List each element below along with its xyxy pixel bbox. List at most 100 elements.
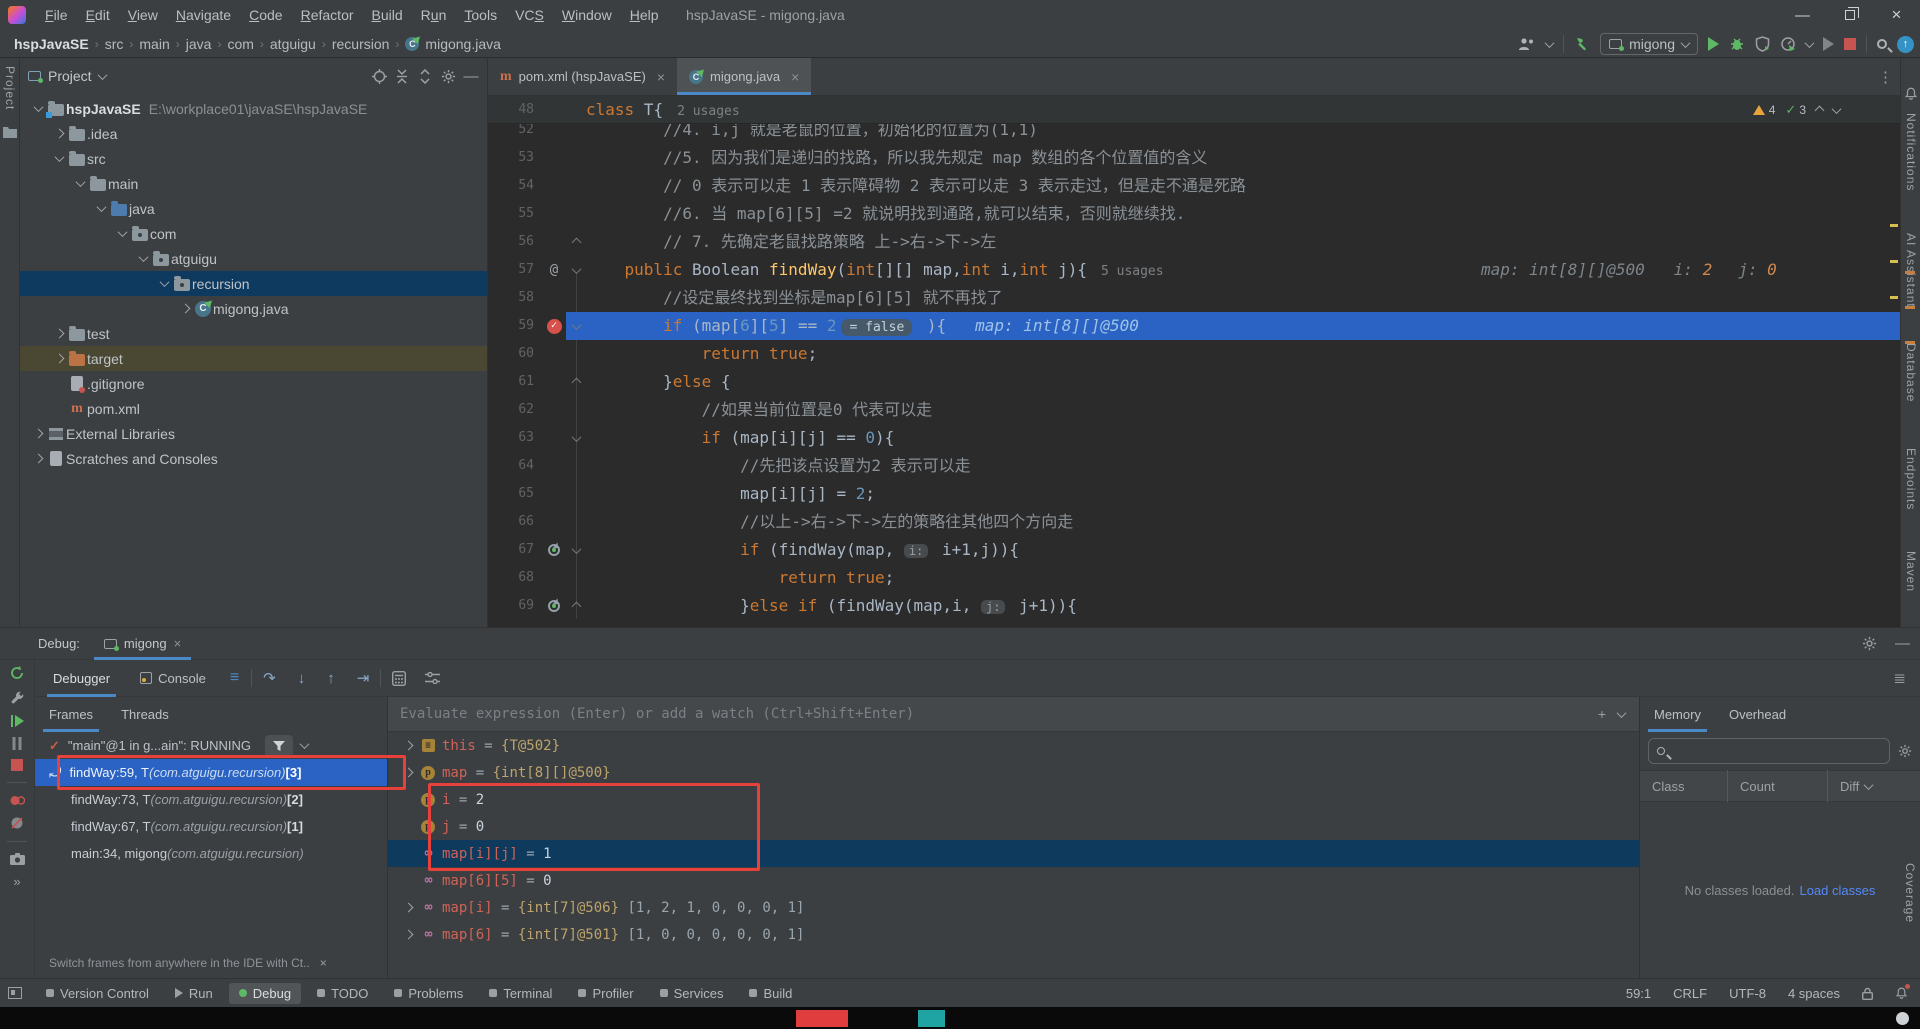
code-line-54[interactable]: 54 // 0 表示可以走 1 表示障碍物 2 表示可以走 3 表示走过，但是走…: [488, 172, 1900, 200]
chevron-collapsed-icon[interactable]: [54, 353, 64, 364]
frame-row-0[interactable]: ⤾ findWay:59, T (com.atguigu.recursion) […: [35, 759, 387, 786]
menu-window[interactable]: Window: [553, 0, 621, 30]
tree-row-migong-java[interactable]: Cmigong.java: [20, 296, 487, 321]
fold-region-start-icon[interactable]: [571, 263, 581, 274]
locate-file-icon[interactable]: [371, 68, 387, 84]
pause-program-icon[interactable]: [12, 737, 22, 750]
inspections-widget[interactable]: 4 ✓ 3: [1752, 96, 1842, 124]
statusbar-item-version-control[interactable]: Version Control: [36, 983, 159, 1004]
chevron-expanded-icon[interactable]: [96, 202, 106, 213]
dismiss-hint-icon[interactable]: ×: [320, 956, 327, 970]
settings-gear-icon[interactable]: [1862, 636, 1877, 651]
variable-row-this[interactable]: ≡ this = {T@502}: [388, 732, 1639, 759]
statusbar-item-todo[interactable]: TODO: [307, 983, 378, 1004]
add-watch-icon[interactable]: +: [1598, 706, 1606, 722]
tree-row-recursion[interactable]: recursion: [20, 271, 487, 296]
breadcrumb-item-main[interactable]: main: [139, 36, 169, 52]
trace-settings-icon[interactable]: [417, 672, 448, 684]
menu-tools[interactable]: Tools: [455, 0, 506, 30]
code-line-69[interactable]: 69 }else if (findWay(map,i, j: j+1)){: [488, 592, 1900, 620]
memory-settings-gear-icon[interactable]: [1898, 744, 1912, 758]
tab-frames[interactable]: Frames: [35, 697, 107, 732]
variable-row-j[interactable]: pj = 0: [388, 813, 1639, 840]
code-line-61[interactable]: 61 }else {: [488, 368, 1900, 396]
code-line-57[interactable]: 57 @ public Boolean findWay(int[][] map,i…: [488, 256, 1900, 284]
expand-all-icon[interactable]: [417, 68, 433, 84]
tree-row-scratches-and-consoles[interactable]: Scratches and Consoles: [20, 446, 487, 471]
menu-run[interactable]: Run: [412, 0, 456, 30]
menu-code[interactable]: Code: [240, 0, 291, 30]
debug-button[interactable]: [1729, 36, 1745, 52]
frame-row-3[interactable]: main:34, migong (com.atguigu.recursion): [35, 840, 387, 867]
tree-row-main[interactable]: main: [20, 171, 487, 196]
breadcrumb-item-recursion[interactable]: recursion: [332, 36, 390, 52]
menu-file[interactable]: File: [36, 0, 77, 30]
memory-column-count[interactable]: Count: [1728, 770, 1828, 802]
breadcrumb-item-java[interactable]: java: [186, 36, 212, 52]
menu-view[interactable]: View: [119, 0, 167, 30]
menu-build[interactable]: Build: [363, 0, 412, 30]
chevron-collapsed-icon[interactable]: [54, 128, 64, 139]
close-session-icon[interactable]: ×: [174, 636, 182, 651]
update-available-icon[interactable]: ↑: [1897, 35, 1914, 53]
code-line-58[interactable]: 58 //设定最终找到坐标是map[6][5] 就不再找了: [488, 284, 1900, 312]
tree-row-com[interactable]: com: [20, 221, 487, 246]
tab-threads[interactable]: Threads: [107, 697, 183, 732]
breadcrumb-item-com[interactable]: com: [227, 36, 253, 52]
code-viewport[interactable]: 52 //4. i,j 就是老鼠的位置，初始化的位置为(1,1) 53 //5. …: [488, 124, 1900, 627]
tool-stripe-endpoints[interactable]: Endpoints: [1904, 448, 1918, 510]
rerun-debug-icon[interactable]: [9, 665, 25, 681]
fold-region-start-icon[interactable]: [571, 319, 581, 330]
chevron-down-icon[interactable]: [1804, 37, 1815, 48]
code-line-64[interactable]: 64 //先把该点设置为2 表示可以走: [488, 452, 1900, 480]
close-tab-icon[interactable]: ×: [791, 69, 799, 85]
tree-row-test[interactable]: test: [20, 321, 487, 346]
fold-region-end-icon[interactable]: [571, 601, 581, 611]
statusbar-item-debug[interactable]: Debug: [228, 982, 302, 1004]
evaluate-expression-icon[interactable]: [381, 670, 417, 686]
tab-overhead[interactable]: Overhead: [1715, 697, 1800, 732]
notifications-bell-icon[interactable]: [1904, 86, 1918, 101]
resume-program-icon[interactable]: [10, 714, 24, 728]
statusbar-item-run[interactable]: Run: [165, 983, 223, 1004]
chevron-collapsed-icon[interactable]: [180, 303, 190, 314]
chevron-expanded-icon[interactable]: [117, 227, 127, 238]
fold-region-end-icon[interactable]: [571, 237, 581, 247]
code-with-me-icon[interactable]: [1518, 37, 1536, 51]
mute-breakpoints-icon[interactable]: [10, 816, 24, 830]
chevron-collapsed-icon[interactable]: [54, 328, 64, 339]
code-line-60[interactable]: 60 return true;: [488, 340, 1900, 368]
run-button[interactable]: [1708, 37, 1719, 51]
code-line-59[interactable]: 59 ✓ if (map[6][5] == 2 = false ){ map: in…: [488, 312, 1900, 340]
tree-row--idea[interactable]: .idea: [20, 121, 487, 146]
variable-row-map-6--5-[interactable]: ∞ map[6][5] = 0: [388, 867, 1639, 894]
breadcrumb-item-src[interactable]: src: [105, 36, 124, 52]
code-line-66[interactable]: 66 //以上->右->下->左的策略往其他四个方向走: [488, 508, 1900, 536]
chevron-collapsed-icon[interactable]: [403, 740, 413, 751]
fold-region-end-icon[interactable]: [571, 377, 581, 387]
stop-button[interactable]: [1844, 38, 1856, 50]
caret-position[interactable]: 59:1: [1626, 986, 1651, 1001]
tree-row-external-libraries[interactable]: External Libraries: [20, 421, 487, 446]
tree-row-java[interactable]: java: [20, 196, 487, 221]
tree-row-hspjavase[interactable]: hspJavaSE E:\workplace01\javaSE\hspJavaSE: [20, 96, 487, 121]
statusbar-item-problems[interactable]: Problems: [384, 983, 473, 1004]
more-actions-icon[interactable]: »: [13, 874, 20, 889]
thread-selector[interactable]: ✓ "main"@1 in g...ain": RUNNING: [35, 732, 387, 759]
filter-frames-button[interactable]: [265, 734, 293, 757]
evaluate-expression-bar[interactable]: Evaluate expression (Enter) or add a wat…: [388, 697, 1639, 732]
statusbar-item-terminal[interactable]: Terminal: [479, 983, 562, 1004]
search-everywhere-icon[interactable]: [1877, 39, 1887, 49]
close-tab-icon[interactable]: ×: [657, 69, 665, 85]
menu-help[interactable]: Help: [621, 0, 668, 30]
statusbar-item-profiler[interactable]: Profiler: [568, 983, 643, 1004]
step-into-icon[interactable]: ↓: [287, 670, 317, 687]
next-problem-icon[interactable]: [1831, 103, 1842, 114]
tab-memory[interactable]: Memory: [1640, 697, 1715, 732]
run-with-coverage-button[interactable]: [1755, 36, 1770, 52]
menu-edit[interactable]: Edit: [77, 0, 119, 30]
variable-row-map[interactable]: p map = {int[8][]@500}: [388, 759, 1639, 786]
chevron-collapsed-icon[interactable]: [403, 767, 413, 778]
notifications-bell-icon[interactable]: [1895, 984, 1910, 1000]
view-breakpoints-icon[interactable]: [10, 794, 25, 807]
